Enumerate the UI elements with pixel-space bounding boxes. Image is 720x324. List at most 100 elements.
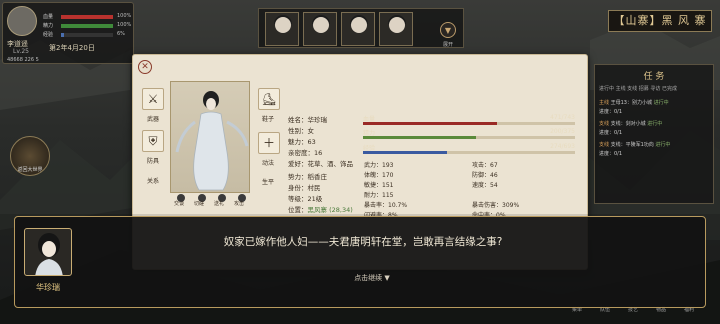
task-text: 支线：平陵军1功向 xyxy=(610,142,654,148)
info-gender-label: 性别： xyxy=(288,127,308,135)
task-progress-text: 进度：0/1 xyxy=(599,130,623,136)
task-row[interactable]: 支线 支线：平陵军1功向 进行中 xyxy=(599,141,711,148)
info-name-label: 姓名： xyxy=(288,116,308,124)
speaker-name: 华珍瑞 xyxy=(36,283,60,292)
player-exp-pct: 6% xyxy=(117,31,125,37)
exp-fill xyxy=(363,151,447,154)
close-icon: ✕ xyxy=(141,62,149,72)
hp-fill xyxy=(363,122,498,125)
party-member-3[interactable] xyxy=(341,12,375,46)
info-position-value: 黑风寨 (28,34) xyxy=(307,206,353,214)
party-member-face xyxy=(351,17,367,33)
character-figure xyxy=(175,91,249,191)
info-faction-label: 势力： xyxy=(288,173,308,181)
party-member-1[interactable] xyxy=(265,12,299,46)
exp-track xyxy=(363,151,575,154)
party-member-2[interactable] xyxy=(303,12,337,46)
info-grade-value: 21级 xyxy=(307,195,323,203)
info-grade-label: 等级： xyxy=(288,195,308,203)
action-spar[interactable]: 切磋 xyxy=(194,200,204,207)
player-exp-stat: 经验 6% xyxy=(43,31,133,38)
player-hp-label: 血量 xyxy=(43,14,54,20)
player-exp-bar xyxy=(61,33,113,37)
speaker-portrait xyxy=(24,228,72,276)
task-tabs[interactable]: 进行中 主线 支线 招募 寻访 已完成 xyxy=(599,85,677,92)
task-panel-title: 任 务 xyxy=(643,72,665,82)
exp-bar-row: 经验 274/693 xyxy=(363,143,575,155)
weapon-slot[interactable]: ⚔ xyxy=(142,88,164,110)
info-charm-value: 63 xyxy=(307,138,316,146)
dialog-box[interactable] xyxy=(14,216,706,308)
task-text: 王母13：别力小城 xyxy=(610,100,652,106)
game-date: 第2年4月20日 xyxy=(49,44,95,52)
hp-value: 471/743 xyxy=(550,114,575,121)
info-faction: 势力：稻香庄 xyxy=(288,171,327,181)
task-row[interactable]: 支线 支线：剑对小城 进行中 xyxy=(599,120,711,127)
player-avatar[interactable] xyxy=(7,6,37,36)
info-identity: 身份：村民 xyxy=(288,182,321,192)
action-attack[interactable]: 攻击 xyxy=(234,200,244,207)
info-name: 姓名：华珍瑞 xyxy=(288,114,327,124)
exp-value: 274/693 xyxy=(550,143,575,150)
speaker-figure xyxy=(35,233,63,275)
info-affinity: 亲密度：16 xyxy=(288,147,322,157)
info-gender-value: 女 xyxy=(307,127,315,135)
shield-icon: ⛨ xyxy=(148,134,158,148)
close-button[interactable]: ✕ xyxy=(138,60,152,74)
info-gender: 性别：女 xyxy=(288,125,314,135)
attr-fangyu: 防御：46 xyxy=(472,172,498,179)
player-status-panel[interactable]: 血量 100% 精力 100% 经验 6% 李道遥 Lv.25 第2年4月20日… xyxy=(2,2,134,64)
player-hp-bar xyxy=(61,15,113,19)
player-hp-fill xyxy=(61,15,113,19)
info-charm: 魅力：63 xyxy=(288,136,316,146)
task-progress-text: 进度：0/1 xyxy=(599,109,623,115)
player-exp-label: 经验 xyxy=(43,32,54,38)
skill-slot[interactable]: ＋ xyxy=(258,132,280,154)
player-resources: 48668 226 5 xyxy=(7,57,39,63)
party-member-face xyxy=(313,17,329,33)
party-member-face xyxy=(275,17,291,33)
shoes-slot[interactable]: ⛸ xyxy=(258,88,280,110)
player-level: Lv.25 xyxy=(13,48,29,55)
party-expand-label: 展开 xyxy=(443,42,454,48)
plus-icon: ＋ xyxy=(262,136,275,150)
info-identity-label: 身份： xyxy=(288,184,308,192)
armor-slot[interactable]: ⛨ xyxy=(142,130,164,152)
boot-icon: ⛸ xyxy=(261,92,277,106)
attr-sudu: 速度：54 xyxy=(472,182,498,189)
party-member-face xyxy=(389,17,405,33)
task-text: 支线：剑对小城 xyxy=(610,121,646,127)
player-exp-fill xyxy=(61,33,65,37)
energy-track xyxy=(363,136,575,139)
attr-gongji: 攻击：67 xyxy=(472,162,498,169)
party-member-4[interactable] xyxy=(379,12,413,46)
task-tag: 支线 xyxy=(599,142,610,148)
sword-icon: ⚔ xyxy=(147,92,159,106)
hp-bar-row: 血量 471/743 xyxy=(363,114,575,126)
action-talk[interactable]: 交谈 xyxy=(174,200,184,207)
continue-prompt[interactable]: 点击继续 ▼ xyxy=(332,273,412,283)
info-identity-value: 村民 xyxy=(307,184,321,192)
player-energy-label: 精力 xyxy=(43,23,54,29)
life-tab[interactable]: 生平 xyxy=(262,177,274,186)
task-status: 进行中 xyxy=(655,142,671,148)
info-hobby-value: 花草、酒、饰品 xyxy=(307,160,354,168)
party-expand-button[interactable]: ▼ xyxy=(440,22,456,38)
dialog-text: 奴家已嫁作他人妇——夫君唐明轩在堂，岂敢再言结缘之事? xyxy=(223,236,503,248)
task-progress-text: 进度：0/1 xyxy=(599,151,623,157)
task-row[interactable]: 主线 王母13：别力小城 进行中 xyxy=(599,99,711,106)
info-position-label: 位置： xyxy=(288,206,308,214)
party-bar xyxy=(258,8,464,48)
relations-tab[interactable]: 关系 xyxy=(147,176,159,185)
info-name-value: 华珍瑞 xyxy=(307,116,328,124)
shoes-label: 鞋子 xyxy=(262,116,275,123)
attr-wuli: 武力：193 xyxy=(364,162,394,169)
weapon-label: 武器 xyxy=(147,116,160,123)
task-status: 进行中 xyxy=(653,100,669,106)
info-affinity-label: 亲密度： xyxy=(288,149,314,157)
task-tag: 主线 xyxy=(599,100,610,106)
player-energy-stat: 精力 100% xyxy=(43,22,133,29)
action-gift[interactable]: 送礼 xyxy=(214,200,224,207)
energy-fill xyxy=(363,136,476,139)
energy-value: 200/375 xyxy=(550,128,575,135)
